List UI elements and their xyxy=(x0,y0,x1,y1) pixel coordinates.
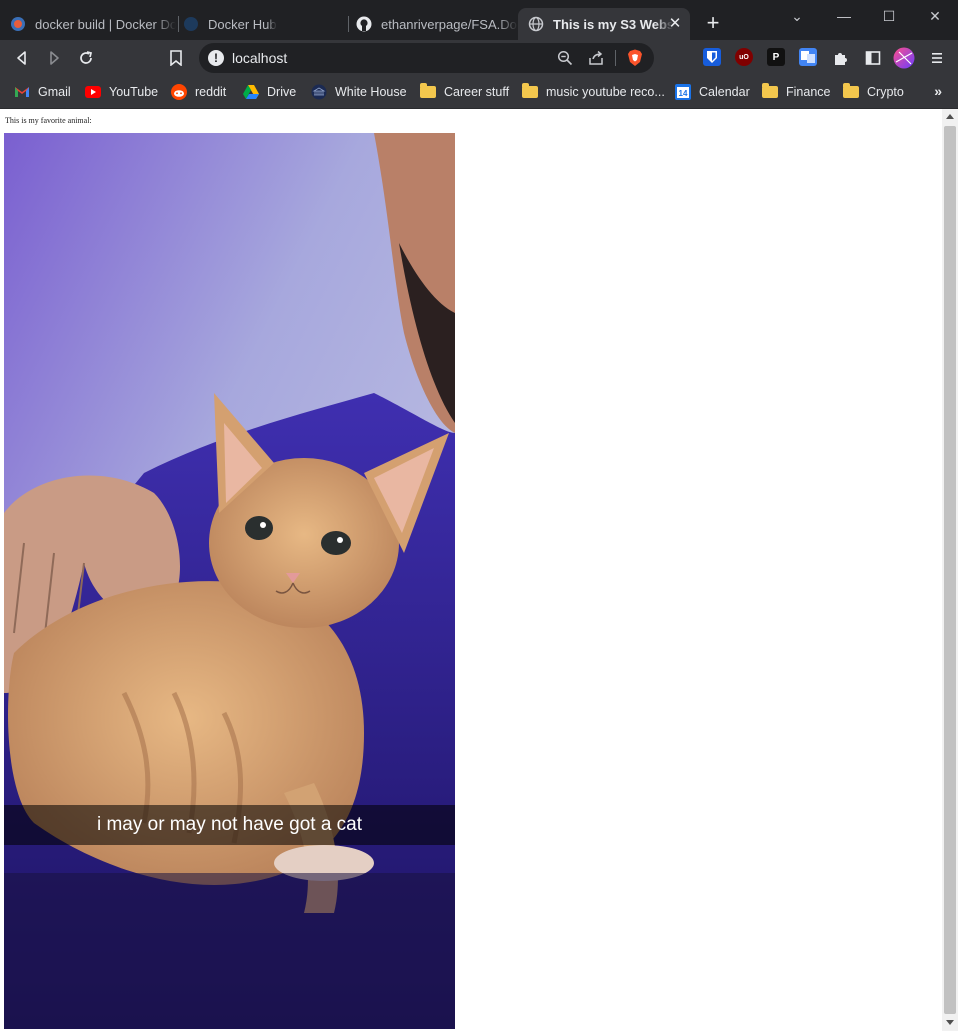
new-tab-button[interactable]: + xyxy=(701,12,725,36)
brave-shields-icon[interactable] xyxy=(625,48,645,68)
bookmark-label: Career stuff xyxy=(444,85,510,99)
bookmark-label: music youtube reco... xyxy=(546,85,665,99)
forward-button[interactable] xyxy=(42,46,66,70)
bookmark-label: Finance xyxy=(786,85,831,99)
bookmark-label: Drive xyxy=(267,85,297,99)
bookmark-white-house[interactable]: White House xyxy=(311,82,407,102)
folder-icon xyxy=(522,83,538,100)
calendar-icon: 14 xyxy=(675,84,691,100)
bookmark-folder-finance[interactable]: Finance xyxy=(762,82,830,102)
bookmark-reddit[interactable]: reddit xyxy=(171,82,226,102)
tab-title: docker build | Docker Doc xyxy=(35,16,176,32)
share-icon[interactable] xyxy=(586,48,606,68)
site-info-icon[interactable]: ! xyxy=(208,50,224,66)
folder-icon xyxy=(843,83,859,100)
cat-photo: i may or may not have got a cat xyxy=(4,133,455,1029)
tab-github[interactable]: ethanriverpage/FSA.Docke xyxy=(356,8,518,40)
scroll-down-arrow-icon[interactable] xyxy=(946,1020,954,1025)
bookmark-folder-crypto[interactable]: Crypto xyxy=(843,82,904,102)
bookmark-folder-career[interactable]: Career stuff xyxy=(420,82,509,102)
sidebar-toggle-icon[interactable] xyxy=(861,46,885,70)
address-bar[interactable]: ! localhost xyxy=(199,43,654,73)
globe-icon xyxy=(528,16,544,32)
bookmark-label: reddit xyxy=(195,85,227,99)
folder-icon xyxy=(420,83,436,100)
folder-icon xyxy=(762,83,778,100)
maximize-button[interactable]: ☐ xyxy=(874,4,904,28)
close-tab-icon[interactable]: ✕ xyxy=(666,15,684,33)
tab-strip: docker build | Docker Doc Docker Hub eth… xyxy=(0,0,958,40)
white-house-icon xyxy=(311,84,327,100)
back-button[interactable] xyxy=(10,46,34,70)
calendar-day: 14 xyxy=(679,89,688,98)
url-text[interactable]: localhost xyxy=(232,50,287,66)
cat-photo-illustration xyxy=(4,133,455,1029)
tab-search-icon[interactable]: ⌄ xyxy=(782,4,812,28)
tab-docker-build[interactable]: docker build | Docker Doc xyxy=(10,8,176,40)
tab-title: ethanriverpage/FSA.Docke xyxy=(381,16,518,32)
bookmark-gmail[interactable]: Gmail xyxy=(14,82,71,102)
youtube-icon xyxy=(85,84,101,100)
drive-icon xyxy=(243,84,259,100)
scrollbar-thumb[interactable] xyxy=(944,126,956,1014)
tab-s3-website[interactable]: This is my S3 Website ✕ xyxy=(518,8,690,40)
translate-icon[interactable] xyxy=(799,48,817,66)
docker-docs-icon xyxy=(10,16,26,32)
photo-caption-text: i may or may not have got a cat xyxy=(96,814,363,835)
bitwarden-icon[interactable] xyxy=(703,48,721,66)
github-icon xyxy=(356,16,372,32)
snapchat-caption-bar: i may or may not have got a cat xyxy=(4,805,455,845)
p-extension-icon[interactable]: P xyxy=(767,48,785,66)
page-scrollbar[interactable] xyxy=(942,109,958,1031)
bookmark-calendar[interactable]: 14 Calendar xyxy=(675,82,750,102)
reload-button[interactable] xyxy=(74,46,98,70)
omnibox-divider xyxy=(615,50,616,66)
bookmarks-bar: Gmail YouTube reddit Drive White House C… xyxy=(0,76,958,109)
tab-title: Docker Hub xyxy=(208,16,277,32)
page-viewport: This is my favorite animal: i may or may… xyxy=(0,109,942,1031)
reddit-icon xyxy=(171,84,187,100)
zoom-icon[interactable] xyxy=(555,48,575,68)
bookmark-folder-music[interactable]: music youtube reco... xyxy=(522,82,665,102)
tab-title: This is my S3 Website xyxy=(553,16,673,32)
bookmark-label: YouTube xyxy=(109,85,159,99)
tab-separator xyxy=(178,16,179,32)
scroll-up-arrow-icon[interactable] xyxy=(946,114,954,119)
bookmark-icon[interactable] xyxy=(164,46,188,70)
bookmark-drive[interactable]: Drive xyxy=(243,82,296,102)
tab-docker-hub[interactable]: Docker Hub xyxy=(183,8,343,40)
profile-avatar-icon[interactable] xyxy=(892,46,916,70)
page-caption: This is my favorite animal: xyxy=(5,116,92,125)
extensions-puzzle-icon[interactable] xyxy=(829,46,853,70)
close-window-button[interactable]: ✕ xyxy=(920,4,950,28)
minimize-button[interactable]: — xyxy=(829,4,859,28)
more-bookmarks-chevron-icon[interactable]: » xyxy=(934,83,942,99)
bookmark-youtube[interactable]: YouTube xyxy=(85,82,158,102)
browser-toolbar: ! localhost uO P xyxy=(0,40,958,76)
bookmark-label: White House xyxy=(335,85,407,99)
bookmark-label: Calendar xyxy=(699,85,750,99)
bookmark-label: Gmail xyxy=(38,85,71,99)
menu-icon[interactable] xyxy=(925,46,949,70)
docker-hub-icon xyxy=(183,16,199,32)
bookmark-label: Crypto xyxy=(867,85,904,99)
gmail-icon xyxy=(14,84,30,100)
tab-separator xyxy=(348,16,349,32)
ublock-icon[interactable]: uO xyxy=(735,48,753,66)
